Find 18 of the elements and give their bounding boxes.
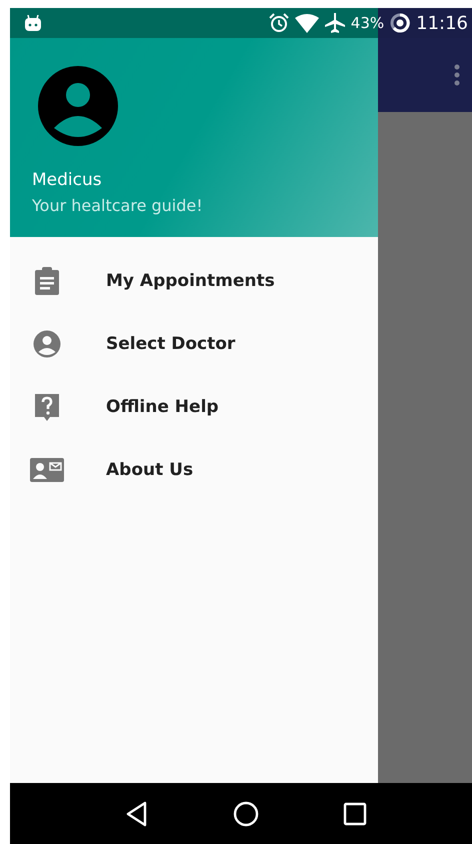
alarm-icon: [268, 13, 289, 33]
battery-percentage: 43%: [350, 14, 384, 32]
drawer-menu-item[interactable]: About Us: [10, 438, 378, 501]
drawer-menu-item[interactable]: Offline Help: [10, 375, 378, 438]
app-name: Medicus: [32, 170, 103, 190]
overflow-menu-icon[interactable]: [454, 64, 460, 86]
airplane-icon: [324, 13, 345, 33]
wifi-icon: [294, 14, 319, 32]
app-tagline: Your healtcare guide!: [32, 196, 204, 215]
contact-card-icon: [30, 456, 64, 484]
drawer-menu-item[interactable]: Select Doctor: [10, 312, 378, 375]
recent-apps-icon[interactable]: [342, 800, 368, 826]
clock-time: 11:16: [416, 12, 468, 34]
avatar-icon: [38, 66, 118, 146]
home-icon[interactable]: [232, 800, 259, 826]
android-icon: [24, 15, 42, 31]
drawer-menu-item[interactable]: My Appointments: [10, 249, 378, 312]
battery-ring-icon: [390, 13, 410, 33]
